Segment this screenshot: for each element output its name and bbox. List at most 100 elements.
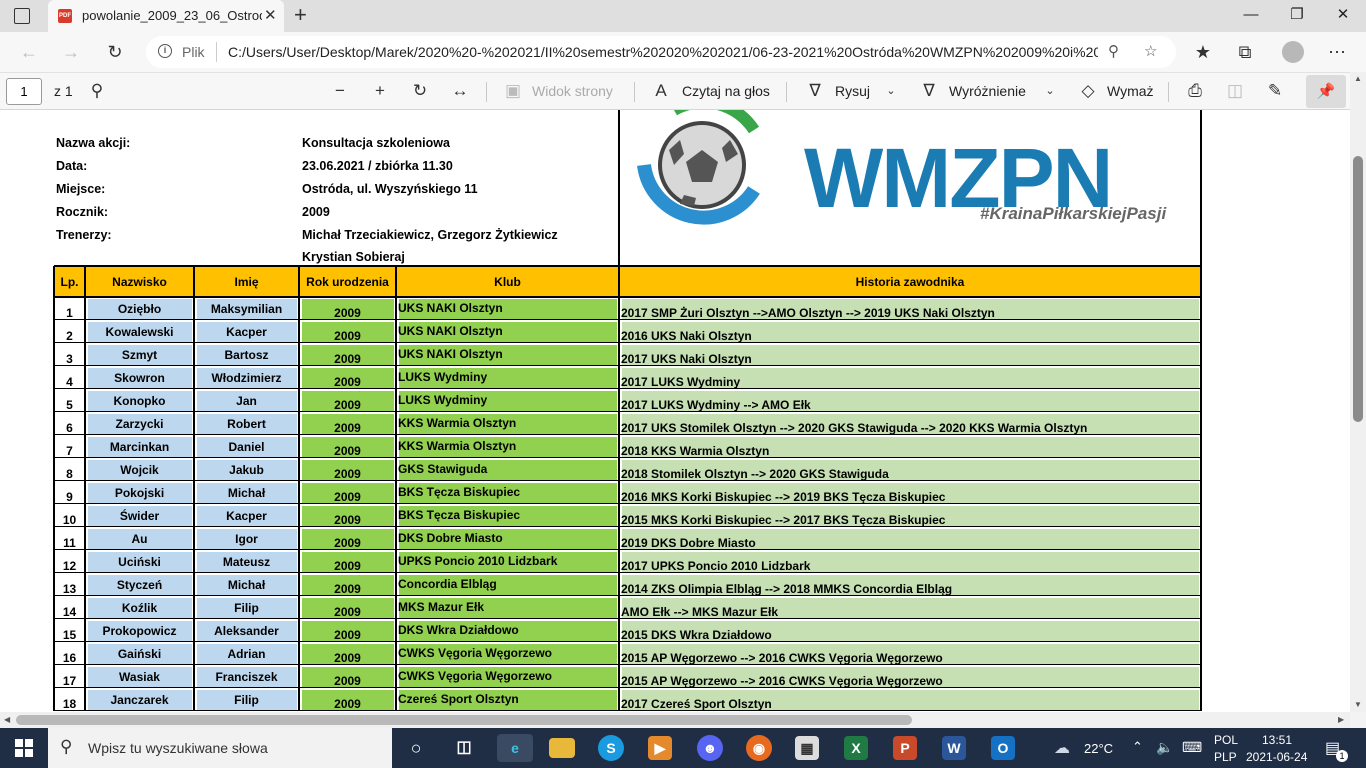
table-cell-surname: Au bbox=[131, 532, 148, 546]
table-gridline bbox=[54, 342, 1201, 343]
url-text[interactable]: C:/Users/User/Desktop/Marek/2020%20-%202… bbox=[228, 44, 1098, 60]
word-icon[interactable]: W bbox=[942, 736, 966, 760]
chevron-down-icon[interactable]: ⌄ bbox=[1039, 80, 1061, 102]
zoom-icon[interactable]: ⚲ bbox=[1108, 42, 1119, 60]
media-player-icon[interactable]: ▶ bbox=[648, 736, 672, 760]
collections-icon[interactable]: ⧉ bbox=[1232, 40, 1258, 64]
chevron-down-icon[interactable]: ⌄ bbox=[880, 80, 902, 102]
logo-tagline: #KrainaPiłkarskiejPasji bbox=[980, 204, 1167, 223]
table-cell-club: UPKS Poncio 2010 Lidzbark bbox=[398, 554, 558, 568]
refresh-icon[interactable]: ↻ bbox=[102, 40, 128, 64]
restore-icon[interactable]: ❐ bbox=[1282, 4, 1312, 26]
draw-button[interactable]: Rysuj bbox=[835, 83, 870, 99]
table-cell-first-name: Franciszek bbox=[215, 670, 278, 684]
taskbar-search-input[interactable]: ⚲ Wpisz tu wyszukiwane słowa bbox=[48, 728, 392, 768]
page-total: z 1 bbox=[54, 83, 73, 99]
table-cell-history: AMO Ełk --> MKS Mazur Ełk bbox=[621, 605, 779, 619]
scroll-down-icon[interactable]: ▼ bbox=[1354, 700, 1362, 709]
pdf-viewport[interactable]: Nazwa akcji: Data: Miejsce: Rocznik: Tre… bbox=[0, 110, 1350, 712]
pin-toolbar-icon[interactable]: 📌 bbox=[1306, 75, 1346, 108]
task-view-icon[interactable]: ◫ bbox=[449, 734, 479, 762]
scrollbar-thumb[interactable] bbox=[16, 715, 912, 725]
outlook-icon[interactable]: O bbox=[991, 736, 1015, 760]
store-icon[interactable]: ▦ bbox=[795, 736, 819, 760]
table-cell-birth-year: 2009 bbox=[334, 628, 361, 642]
zoom-out-icon[interactable]: − bbox=[329, 80, 351, 102]
volume-icon[interactable]: 🔈 bbox=[1156, 739, 1173, 756]
profile-avatar[interactable] bbox=[1282, 41, 1304, 63]
table-gridline bbox=[54, 664, 1201, 665]
scrollbar-thumb[interactable] bbox=[1353, 156, 1363, 422]
table-gridline bbox=[54, 319, 1201, 320]
table-cell-lp: 18 bbox=[62, 697, 77, 711]
more-menu-icon[interactable]: ⋯ bbox=[1324, 40, 1350, 64]
forward-icon[interactable]: → bbox=[58, 40, 84, 64]
search-placeholder: Wpisz tu wyszukiwane słowa bbox=[88, 740, 268, 756]
edge-icon[interactable]: e bbox=[497, 734, 533, 762]
table-cell-club: KKS Warmia Olsztyn bbox=[398, 416, 517, 430]
highlight-icon: ∇ bbox=[923, 81, 935, 100]
back-icon[interactable]: ← bbox=[16, 40, 42, 64]
save-as-icon[interactable]: ✎ bbox=[1264, 80, 1286, 102]
save-icon[interactable]: ◫ bbox=[1224, 80, 1246, 102]
weather-temp[interactable]: 22°C bbox=[1084, 741, 1113, 756]
address-field[interactable]: i Plik C:/Users/User/Desktop/Marek/2020%… bbox=[146, 36, 1176, 68]
close-window-icon[interactable]: ✕ bbox=[1328, 4, 1358, 26]
table-cell-first-name: Michał bbox=[227, 578, 266, 592]
scroll-right-icon[interactable]: ▶ bbox=[1338, 715, 1344, 724]
table-cell-birth-year: 2009 bbox=[334, 352, 361, 366]
keyboard-icon[interactable]: ⌨ bbox=[1182, 739, 1202, 756]
page-number-input[interactable]: 1 bbox=[6, 78, 42, 105]
close-tab-icon[interactable]: ✕ bbox=[264, 6, 277, 24]
minimize-icon[interactable]: — bbox=[1236, 4, 1266, 26]
skype-icon[interactable]: S bbox=[598, 735, 624, 761]
weather-icon[interactable]: ☁ bbox=[1054, 738, 1070, 758]
highlight-button[interactable]: Wyróżnienie bbox=[949, 83, 1026, 99]
table-cell-first-name: Filip bbox=[234, 601, 259, 615]
scroll-up-icon[interactable]: ▲ bbox=[1354, 74, 1362, 83]
table-cell-surname: Gaiński bbox=[117, 647, 162, 661]
excel-icon[interactable]: X bbox=[844, 736, 868, 760]
rotate-icon[interactable]: ↻ bbox=[409, 80, 431, 102]
table-cell-club: MKS Mazur Ełk bbox=[398, 600, 485, 614]
table-cell-first-name: Filip bbox=[234, 693, 259, 707]
vertical-scrollbar[interactable]: ▲ ▼ bbox=[1350, 72, 1366, 712]
table-cell-surname: Prokopowicz bbox=[102, 624, 177, 638]
cortana-icon[interactable]: ○ bbox=[401, 734, 431, 762]
notification-badge: 1 bbox=[1336, 750, 1348, 762]
firefox-icon[interactable]: ◉ bbox=[746, 735, 772, 761]
discord-icon[interactable]: ☻ bbox=[697, 735, 723, 761]
info-icon[interactable]: i bbox=[158, 44, 172, 58]
read-aloud-button[interactable]: Czytaj na głos bbox=[682, 83, 770, 99]
address-bar-row: ← → ↻ i Plik C:/Users/User/Desktop/Marek… bbox=[0, 32, 1366, 72]
language-top[interactable]: POL bbox=[1214, 733, 1238, 747]
new-tab-button[interactable]: + bbox=[294, 2, 307, 28]
page-view-button[interactable]: Widok strony bbox=[532, 83, 613, 99]
windows-icon bbox=[15, 739, 33, 757]
favorite-add-icon[interactable]: ☆ bbox=[1144, 42, 1157, 60]
tray-expand-icon[interactable]: ⌃ bbox=[1132, 739, 1143, 755]
language-bottom[interactable]: PLP bbox=[1214, 750, 1237, 764]
value-date: 23.06.2021 / zbiórka 11.30 bbox=[302, 159, 453, 173]
table-cell-surname: Oziębło bbox=[117, 302, 162, 316]
print-icon[interactable]: ⎙ bbox=[1184, 80, 1206, 102]
zoom-in-icon[interactable]: + bbox=[369, 80, 391, 102]
table-gridline bbox=[54, 480, 1201, 481]
active-tab[interactable]: PDF powolanie_2009_23_06_Ostroda. ✕ bbox=[48, 0, 284, 32]
favorites-icon[interactable]: ★ bbox=[1190, 40, 1216, 64]
file-explorer-icon[interactable] bbox=[549, 738, 575, 758]
erase-button[interactable]: Wymaż bbox=[1107, 83, 1154, 99]
clock-time[interactable]: 13:51 bbox=[1262, 733, 1292, 747]
clock-date[interactable]: 2021-06-24 bbox=[1246, 750, 1307, 764]
table-gridline bbox=[54, 572, 1201, 573]
table-gridline bbox=[54, 388, 1201, 389]
search-icon[interactable]: ⚲ bbox=[86, 80, 108, 102]
start-button[interactable] bbox=[0, 728, 48, 768]
horizontal-scrollbar[interactable]: ◀ ▶ bbox=[0, 712, 1350, 728]
tab-actions-icon[interactable] bbox=[14, 8, 30, 24]
fit-page-icon[interactable]: ↔ bbox=[449, 80, 471, 102]
table-cell-surname: Styczeń bbox=[116, 578, 163, 592]
powerpoint-icon[interactable]: P bbox=[893, 736, 917, 760]
table-cell-club: Concordia Elbląg bbox=[398, 577, 497, 591]
scroll-left-icon[interactable]: ◀ bbox=[4, 715, 10, 724]
